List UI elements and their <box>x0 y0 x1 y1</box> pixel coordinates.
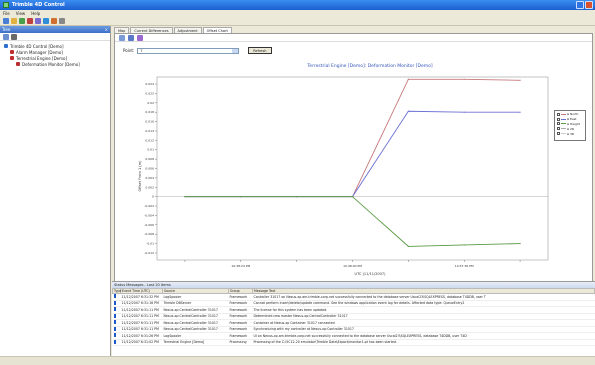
open-icon[interactable] <box>11 18 17 24</box>
y-tick-label: -0.006 <box>144 223 154 227</box>
data-point <box>351 196 354 198</box>
app-logo-icon <box>3 2 9 8</box>
main-area: Map Current Differences Adjustment Offse… <box>112 26 595 356</box>
col-type[interactable]: Type <box>112 288 121 294</box>
time-cell: 11/12/2007 6:31:02 PM <box>120 339 163 346</box>
data-point <box>240 196 242 198</box>
y-tick-label: 0.024 <box>145 82 154 86</box>
data-point <box>463 111 465 113</box>
y-tick-label: 0.022 <box>145 91 154 95</box>
y-tick-label: 0.002 <box>145 185 154 189</box>
x-tick-label: 10:57:36 PM <box>455 264 474 268</box>
menu-bar: File View Help <box>0 10 595 17</box>
data-point <box>407 110 409 112</box>
offset-chart-panel: Point: 7 Refresh 0.024 0.022 0.02 0.018 0.01… <box>114 33 593 284</box>
data-point <box>519 111 521 113</box>
data-point <box>519 242 521 245</box>
plot-area <box>156 76 549 261</box>
y-tick-label: 0.012 <box>145 138 154 142</box>
data-point <box>184 196 186 198</box>
alarm-icon <box>10 50 14 54</box>
title-bar: Trimble 4D Control <box>0 0 595 10</box>
checkbox-icon[interactable] <box>557 112 560 116</box>
info-icon <box>113 339 116 344</box>
checkbox-icon[interactable] <box>557 117 560 121</box>
info-icon <box>113 326 116 331</box>
data-point <box>407 78 409 80</box>
tree-panel: Tree × Trimble 4D Control [Demo] Alarm M… <box>0 26 111 356</box>
message-cell: Processing of the C:\5C12-20 emulator\Tr… <box>252 339 595 346</box>
save-icon[interactable] <box>19 18 25 24</box>
data-point <box>296 196 298 198</box>
y-tick-label: 0.02 <box>147 101 154 105</box>
checkbox-icon[interactable] <box>557 127 560 131</box>
main-toolbar <box>0 17 595 26</box>
data-point <box>519 79 521 81</box>
type-cell <box>112 339 121 346</box>
group-cell: Processing <box>228 339 253 346</box>
y-tick-label: 0.01 <box>147 148 154 152</box>
y-tick-label: -0.01 <box>146 242 154 246</box>
x-tick-label: 10:48:00 PM <box>343 264 362 268</box>
status-bar <box>0 356 595 365</box>
y-tick-label: 0 <box>152 195 154 199</box>
y-tick-label: 0.014 <box>145 129 154 133</box>
info-icon <box>113 313 116 318</box>
menu-view[interactable]: View <box>16 11 26 16</box>
status-table: Type Event Time (UTC) Source Group Messa… <box>112 288 595 346</box>
info-icon <box>113 300 116 305</box>
status-messages-panel: Status Messages - Last 20 Items Type Eve… <box>112 281 595 356</box>
chart-legend: Δ North Δ East Δ Height Δ 2D Δ 3D <box>554 110 586 141</box>
refresh-icon[interactable] <box>51 18 57 24</box>
data-point <box>463 78 465 80</box>
x-axis-label: UTC (11/11/2007) <box>355 272 387 276</box>
info-icon <box>113 294 116 299</box>
tree-toolbar <box>0 33 110 41</box>
y-tick-label: -0.002 <box>144 204 154 208</box>
window-title: Trimble 4D Control <box>12 2 65 8</box>
pause-icon[interactable] <box>11 33 17 40</box>
checkbox-icon[interactable] <box>557 122 560 126</box>
checkbox-icon[interactable] <box>557 132 560 136</box>
menu-file[interactable]: File <box>3 11 10 16</box>
info-icon <box>113 307 116 312</box>
info-icon <box>113 320 116 325</box>
y-tick-label: 0.004 <box>145 176 154 180</box>
legend-item-3d[interactable]: Δ 3D <box>557 131 583 136</box>
tree-panel-title: Tree × <box>0 26 110 33</box>
y-tick-label: -0.004 <box>144 213 154 217</box>
connect-icon[interactable] <box>43 18 49 24</box>
help-icon[interactable] <box>59 18 65 24</box>
x-tick-label: 10:38:24 PM <box>231 264 250 268</box>
add-icon[interactable] <box>3 33 9 40</box>
engine-icon <box>10 56 14 60</box>
y-tick-label: 0.016 <box>145 120 154 124</box>
menu-help[interactable]: Help <box>31 11 40 16</box>
chart-title: Terrestrial Engine [Demo]: Deformation M… <box>306 63 433 69</box>
y-tick-label: -0.012 <box>144 251 154 255</box>
close-button[interactable] <box>585 1 593 9</box>
offset-chart: 0.024 0.022 0.02 0.018 0.016 0.014 0.012 0.01 0.… <box>138 63 549 276</box>
source-cell: Terrestrial Engine [Demo] <box>162 339 229 346</box>
monitor-icon <box>16 62 20 66</box>
y-tick-label: 0.006 <box>145 167 154 171</box>
table-row[interactable]: 11/12/2007 6:31:02 PM Terrestrial Engine … <box>112 339 595 346</box>
data-point <box>463 244 465 246</box>
minimize-button[interactable] <box>576 1 584 9</box>
tab-strip: Map Current Differences Adjustment Offse… <box>112 26 595 33</box>
y-tick-label: 0.018 <box>145 110 154 114</box>
close-icon[interactable]: × <box>105 27 108 32</box>
y-tick-label: -0.008 <box>144 232 154 236</box>
tree: Trimble 4D Control [Demo] Alarm Manager … <box>0 41 110 69</box>
y-tick-label: 0.008 <box>145 157 154 161</box>
data-point <box>407 245 409 247</box>
settings-icon[interactable] <box>35 18 41 24</box>
new-icon[interactable] <box>3 18 9 24</box>
controller-icon <box>4 44 8 48</box>
delete-icon[interactable] <box>27 18 33 24</box>
y-axis-label: Offset From 1 (m) <box>138 160 142 192</box>
window-controls <box>576 1 593 9</box>
info-icon <box>113 333 116 338</box>
tree-node-deformation-monitor[interactable]: Deformation Monitor [Demo] <box>2 61 108 67</box>
